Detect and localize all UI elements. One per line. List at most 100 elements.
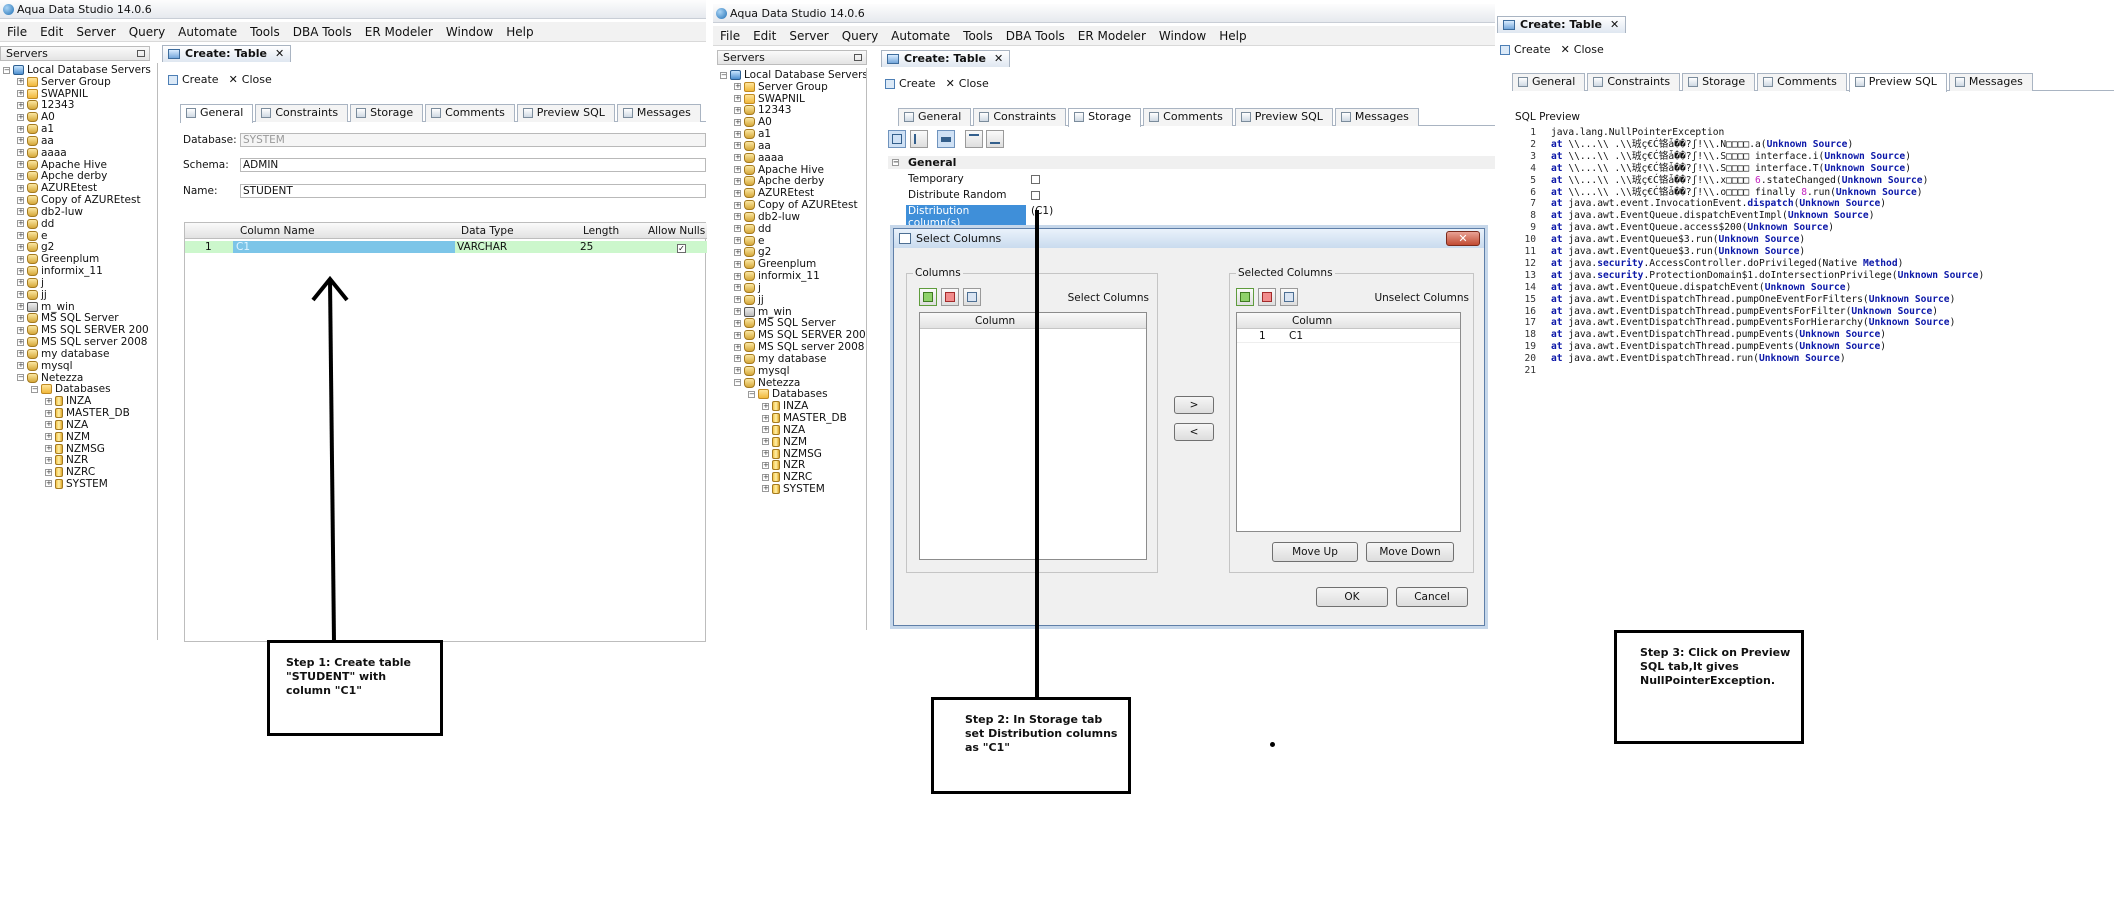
expand-icon[interactable]: + (734, 118, 741, 126)
edit-column-icon[interactable] (1280, 288, 1298, 306)
expand-icon[interactable]: + (734, 225, 741, 233)
create-button[interactable]: Create (1514, 43, 1551, 56)
expand-icon[interactable]: + (17, 90, 24, 98)
tab-messages[interactable]: Messages (1334, 108, 1419, 126)
expand-icon[interactable]: + (17, 326, 24, 334)
expand-icon[interactable]: + (45, 421, 52, 429)
expand-icon[interactable]: + (17, 196, 24, 204)
column-name-cell[interactable]: C1 (233, 241, 455, 253)
table-row[interactable]: 1 C1 VARCHAR 25 ✓ (185, 241, 707, 253)
tab-general[interactable]: General (180, 104, 254, 123)
menu-file[interactable]: File (0, 22, 33, 41)
move-up-button[interactable]: Move Up (1272, 542, 1358, 562)
header-column-name[interactable]: Column Name (240, 223, 315, 239)
tab-storage[interactable]: Storage (350, 104, 424, 122)
expand-icon[interactable]: + (45, 480, 52, 488)
expand-icon[interactable]: + (762, 485, 769, 493)
tab-preview-sql[interactable]: Preview SQL (516, 104, 615, 122)
expand-icon[interactable]: + (17, 314, 24, 322)
expand-icon[interactable]: + (734, 284, 741, 292)
menu-server[interactable]: Server (782, 26, 834, 45)
expand-icon[interactable]: + (17, 208, 24, 216)
expand-icon[interactable]: + (17, 350, 24, 358)
collapse-icon[interactable]: − (17, 374, 24, 382)
menu-dba-tools[interactable]: DBA Tools (999, 26, 1071, 45)
expand-icon[interactable]: + (734, 260, 741, 268)
tab-storage[interactable]: Storage (1068, 108, 1142, 127)
create-button[interactable]: Create (899, 77, 936, 90)
doc-tab-create-table[interactable]: Create: Table ✕ (1497, 16, 1627, 33)
expand-icon[interactable]: + (734, 213, 741, 221)
expand-all-icon[interactable] (964, 130, 983, 148)
expand-icon[interactable]: + (762, 402, 769, 410)
add-button[interactable]: > (1174, 396, 1214, 414)
minimize-icon[interactable] (137, 50, 145, 57)
tree-item[interactable]: + SWAPNIL (717, 93, 866, 106)
tree-item[interactable]: + my database (717, 353, 866, 366)
sort-icon[interactable] (909, 130, 928, 148)
list-item[interactable]: 1 C1 (1237, 329, 1460, 343)
expand-icon[interactable]: + (17, 279, 24, 287)
menu-dba-tools[interactable]: DBA Tools (286, 22, 358, 41)
expand-icon[interactable]: + (17, 113, 24, 121)
expand-icon[interactable]: + (734, 177, 741, 185)
close-button[interactable]: Close (1574, 43, 1604, 56)
view-icon[interactable] (937, 130, 955, 148)
menu-window[interactable]: Window (439, 22, 499, 41)
collapse-all-icon[interactable] (986, 130, 1004, 148)
expand-icon[interactable]: + (734, 142, 741, 150)
expand-icon[interactable]: + (762, 450, 769, 457)
tree-item[interactable]: + dd (717, 223, 866, 236)
temporary-checkbox[interactable] (1031, 175, 1040, 184)
selected-columns-list[interactable]: Column 1 C1 (1236, 312, 1461, 532)
collapse-icon[interactable]: − (31, 385, 38, 393)
collapse-icon[interactable]: − (3, 66, 10, 74)
tree-item[interactable]: + informix_11 (0, 265, 157, 278)
tree-item[interactable]: + a1 (717, 128, 866, 141)
expand-icon[interactable]: + (734, 154, 741, 162)
menu-server[interactable]: Server (69, 22, 121, 41)
data-type-cell[interactable]: VARCHAR (457, 241, 507, 253)
expand-icon[interactable]: + (17, 184, 24, 192)
header-data-type[interactable]: Data Type (461, 223, 514, 239)
menu-tools[interactable]: Tools (956, 26, 999, 45)
collapse-icon[interactable]: − (720, 71, 727, 79)
doc-tab-create-table[interactable]: Create: Table ✕ (162, 45, 292, 62)
remove-column-icon[interactable] (1258, 288, 1276, 306)
expand-icon[interactable]: + (17, 267, 24, 275)
tree-item[interactable]: + SWAPNIL (0, 88, 157, 101)
expand-icon[interactable]: + (17, 125, 24, 133)
expand-icon[interactable]: + (45, 409, 52, 417)
tab-messages[interactable]: Messages (1948, 73, 2033, 91)
header-allow-nulls[interactable]: Allow Nulls (648, 223, 705, 239)
expand-icon[interactable]: + (762, 414, 769, 422)
expand-icon[interactable]: + (17, 172, 24, 180)
tree-item[interactable]: + SYSTEM (0, 478, 157, 491)
tab-general[interactable]: General (898, 108, 972, 126)
expand-icon[interactable]: + (17, 291, 24, 299)
tree-item[interactable]: + dd (0, 218, 157, 231)
expand-icon[interactable]: + (17, 362, 24, 370)
name-field[interactable]: STUDENT (240, 184, 706, 198)
expand-icon[interactable]: + (734, 166, 741, 174)
tab-preview-sql[interactable]: Preview SQL (1848, 73, 1947, 92)
menu-help[interactable]: Help (499, 22, 539, 41)
cancel-button[interactable]: Cancel (1396, 587, 1468, 607)
expand-icon[interactable]: + (17, 161, 24, 169)
tree-item[interactable]: + my database (0, 348, 157, 361)
expand-icon[interactable]: + (734, 343, 741, 351)
tree-item[interactable]: + SYSTEM (717, 483, 866, 496)
tab-comments[interactable]: Comments (425, 104, 515, 122)
schema-field[interactable]: ADMIN (240, 158, 706, 172)
expand-icon[interactable]: + (45, 456, 52, 464)
expand-icon[interactable]: + (762, 426, 769, 434)
tree-item[interactable]: + jj (0, 289, 157, 302)
menu-help[interactable]: Help (1212, 26, 1252, 45)
expand-icon[interactable]: + (45, 433, 52, 441)
tab-constraints[interactable]: Constraints (973, 108, 1067, 126)
expand-icon[interactable]: + (17, 101, 24, 109)
header-length[interactable]: Length (583, 223, 619, 239)
tree-item[interactable]: + aa (0, 135, 157, 148)
ok-button[interactable]: OK (1316, 587, 1388, 607)
menu-window[interactable]: Window (1152, 26, 1212, 45)
